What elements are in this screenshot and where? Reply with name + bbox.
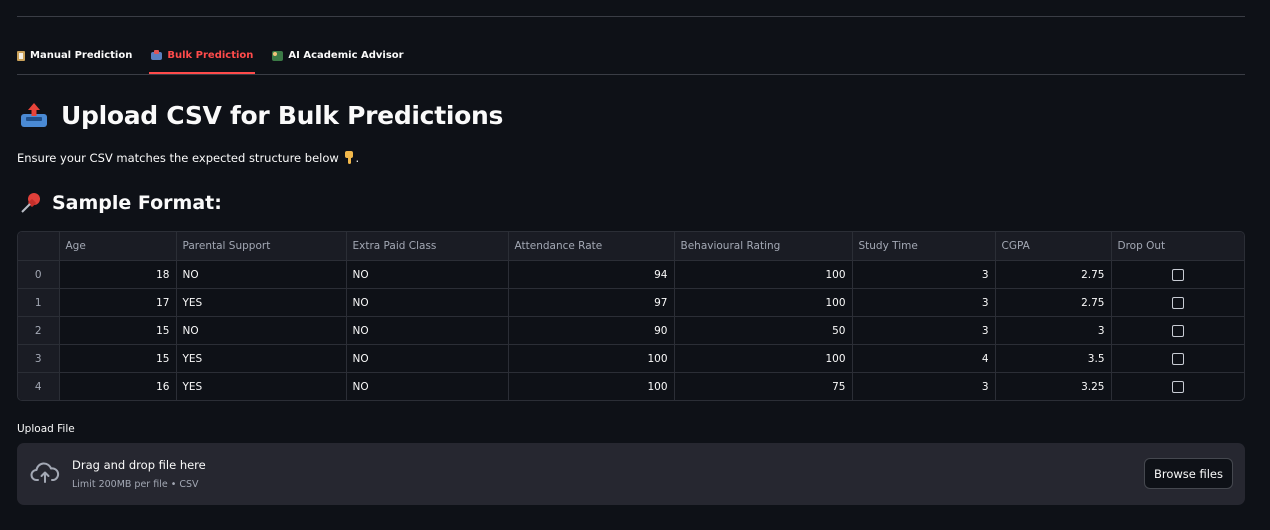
upload-file-label: Upload File <box>17 423 75 435</box>
drop-out-checkbox[interactable] <box>1171 324 1184 337</box>
file-dropzone[interactable]: Drag and drop file here Limit 200MB per … <box>17 443 1245 505</box>
browse-files-button[interactable]: Browse files <box>1143 458 1233 489</box>
cell-extra-paid-class[interactable]: NO <box>346 344 509 373</box>
sample-format-title: Sample Format: <box>52 192 222 214</box>
cell-attendance-rate[interactable]: 90 <box>508 316 675 345</box>
inbox-tray-icon <box>151 50 163 60</box>
cell-cgpa[interactable]: 3 <box>995 316 1112 345</box>
tab-label: Manual Prediction <box>30 50 133 61</box>
dropzone-hint: Limit 200MB per file • CSV <box>72 479 199 490</box>
table-row: 1 17 YES NO 97 100 3 2.75 <box>18 288 1244 317</box>
cell-study-time[interactable]: 3 <box>852 372 996 400</box>
cell-parental-support[interactable]: YES <box>176 372 347 400</box>
tab-bar: Manual Prediction Bulk Prediction AI Aca… <box>17 44 1245 75</box>
cell-cgpa[interactable]: 2.75 <box>995 260 1112 289</box>
tab-label: AI Academic Advisor <box>288 50 404 61</box>
row-index: 3 <box>18 344 60 373</box>
column-header[interactable]: CGPA <box>995 232 1112 261</box>
cell-drop-out[interactable] <box>1111 316 1244 345</box>
cell-age[interactable]: 15 <box>59 316 177 345</box>
drop-out-checkbox[interactable] <box>1171 296 1184 309</box>
table-row: 0 18 NO NO 94 100 3 2.75 <box>18 260 1244 289</box>
teacher-icon <box>272 51 284 61</box>
row-index: 4 <box>18 372 60 400</box>
table-row: 3 15 YES NO 100 100 4 3.5 <box>18 344 1244 373</box>
top-divider <box>17 16 1245 17</box>
column-header[interactable]: Extra Paid Class <box>346 232 509 261</box>
pushpin-icon <box>21 193 40 213</box>
tab-bulk-prediction[interactable]: Bulk Prediction <box>149 44 256 74</box>
cell-drop-out[interactable] <box>1111 373 1244 401</box>
cell-attendance-rate[interactable]: 97 <box>508 288 675 317</box>
cell-age[interactable]: 15 <box>59 344 177 373</box>
cell-age[interactable]: 16 <box>59 372 177 400</box>
column-header[interactable]: Study Time <box>852 232 996 261</box>
cell-behavioural-rating[interactable]: 100 <box>674 260 853 289</box>
cell-age[interactable]: 18 <box>59 260 177 289</box>
cell-behavioural-rating[interactable]: 100 <box>674 344 853 373</box>
cell-attendance-rate[interactable]: 100 <box>508 344 675 373</box>
cell-behavioural-rating[interactable]: 100 <box>674 288 853 317</box>
tab-ai-academic-advisor[interactable]: AI Academic Advisor <box>272 44 404 73</box>
sample-data-table[interactable]: Age Parental Support Extra Paid Class At… <box>17 231 1245 401</box>
drop-out-checkbox[interactable] <box>1171 352 1184 365</box>
cell-extra-paid-class[interactable]: NO <box>346 260 509 289</box>
pointing-down-icon <box>345 151 354 164</box>
cell-drop-out[interactable] <box>1111 260 1244 289</box>
column-header[interactable]: Attendance Rate <box>508 232 675 261</box>
row-index: 2 <box>18 316 60 345</box>
inbox-tray-icon <box>21 103 47 127</box>
page-title: Upload CSV for Bulk Predictions <box>19 100 503 130</box>
index-header <box>18 232 60 261</box>
row-index: 0 <box>18 260 60 289</box>
tab-manual-prediction[interactable]: Manual Prediction <box>17 44 132 73</box>
cell-study-time[interactable]: 3 <box>852 316 996 345</box>
cell-parental-support[interactable]: NO <box>176 316 347 345</box>
column-header[interactable]: Drop Out <box>1111 232 1244 261</box>
cloud-upload-icon <box>30 462 60 483</box>
cell-parental-support[interactable]: YES <box>176 344 347 373</box>
cell-study-time[interactable]: 3 <box>852 288 996 317</box>
table-header-row: Age Parental Support Extra Paid Class At… <box>18 232 1244 261</box>
column-header[interactable]: Behavioural Rating <box>674 232 853 261</box>
cell-extra-paid-class[interactable]: NO <box>346 288 509 317</box>
cell-behavioural-rating[interactable]: 50 <box>674 316 853 345</box>
table-row: 4 16 YES NO 100 75 3 3.25 <box>18 372 1244 401</box>
clipboard-icon <box>17 51 25 61</box>
cell-extra-paid-class[interactable]: NO <box>346 372 509 400</box>
page-title-text: Upload CSV for Bulk Predictions <box>61 100 504 130</box>
cell-attendance-rate[interactable]: 94 <box>508 260 675 289</box>
instructions-text: Ensure your CSV matches the expected str… <box>17 151 360 165</box>
cell-study-time[interactable]: 4 <box>852 344 996 373</box>
drop-out-checkbox[interactable] <box>1171 268 1184 281</box>
table-row: 2 15 NO NO 90 50 3 3 <box>18 316 1244 345</box>
cell-age[interactable]: 17 <box>59 288 177 317</box>
tab-label: Bulk Prediction <box>167 50 254 61</box>
column-header[interactable]: Age <box>59 232 177 261</box>
column-header[interactable]: Parental Support <box>176 232 347 261</box>
cell-attendance-rate[interactable]: 100 <box>508 372 675 400</box>
cell-behavioural-rating[interactable]: 75 <box>674 372 853 400</box>
dropzone-title: Drag and drop file here <box>72 458 206 472</box>
cell-cgpa[interactable]: 3.25 <box>995 372 1112 400</box>
cell-parental-support[interactable]: YES <box>176 288 347 317</box>
cell-parental-support[interactable]: NO <box>176 260 347 289</box>
row-index: 1 <box>18 288 60 317</box>
cell-extra-paid-class[interactable]: NO <box>346 316 509 345</box>
cell-cgpa[interactable]: 3.5 <box>995 344 1112 373</box>
cell-study-time[interactable]: 3 <box>852 260 996 289</box>
cell-drop-out[interactable] <box>1111 344 1244 373</box>
cell-drop-out[interactable] <box>1111 288 1244 317</box>
cell-cgpa[interactable]: 2.75 <box>995 288 1112 317</box>
sample-format-heading: Sample Format: <box>19 191 222 215</box>
drop-out-checkbox[interactable] <box>1171 380 1184 393</box>
